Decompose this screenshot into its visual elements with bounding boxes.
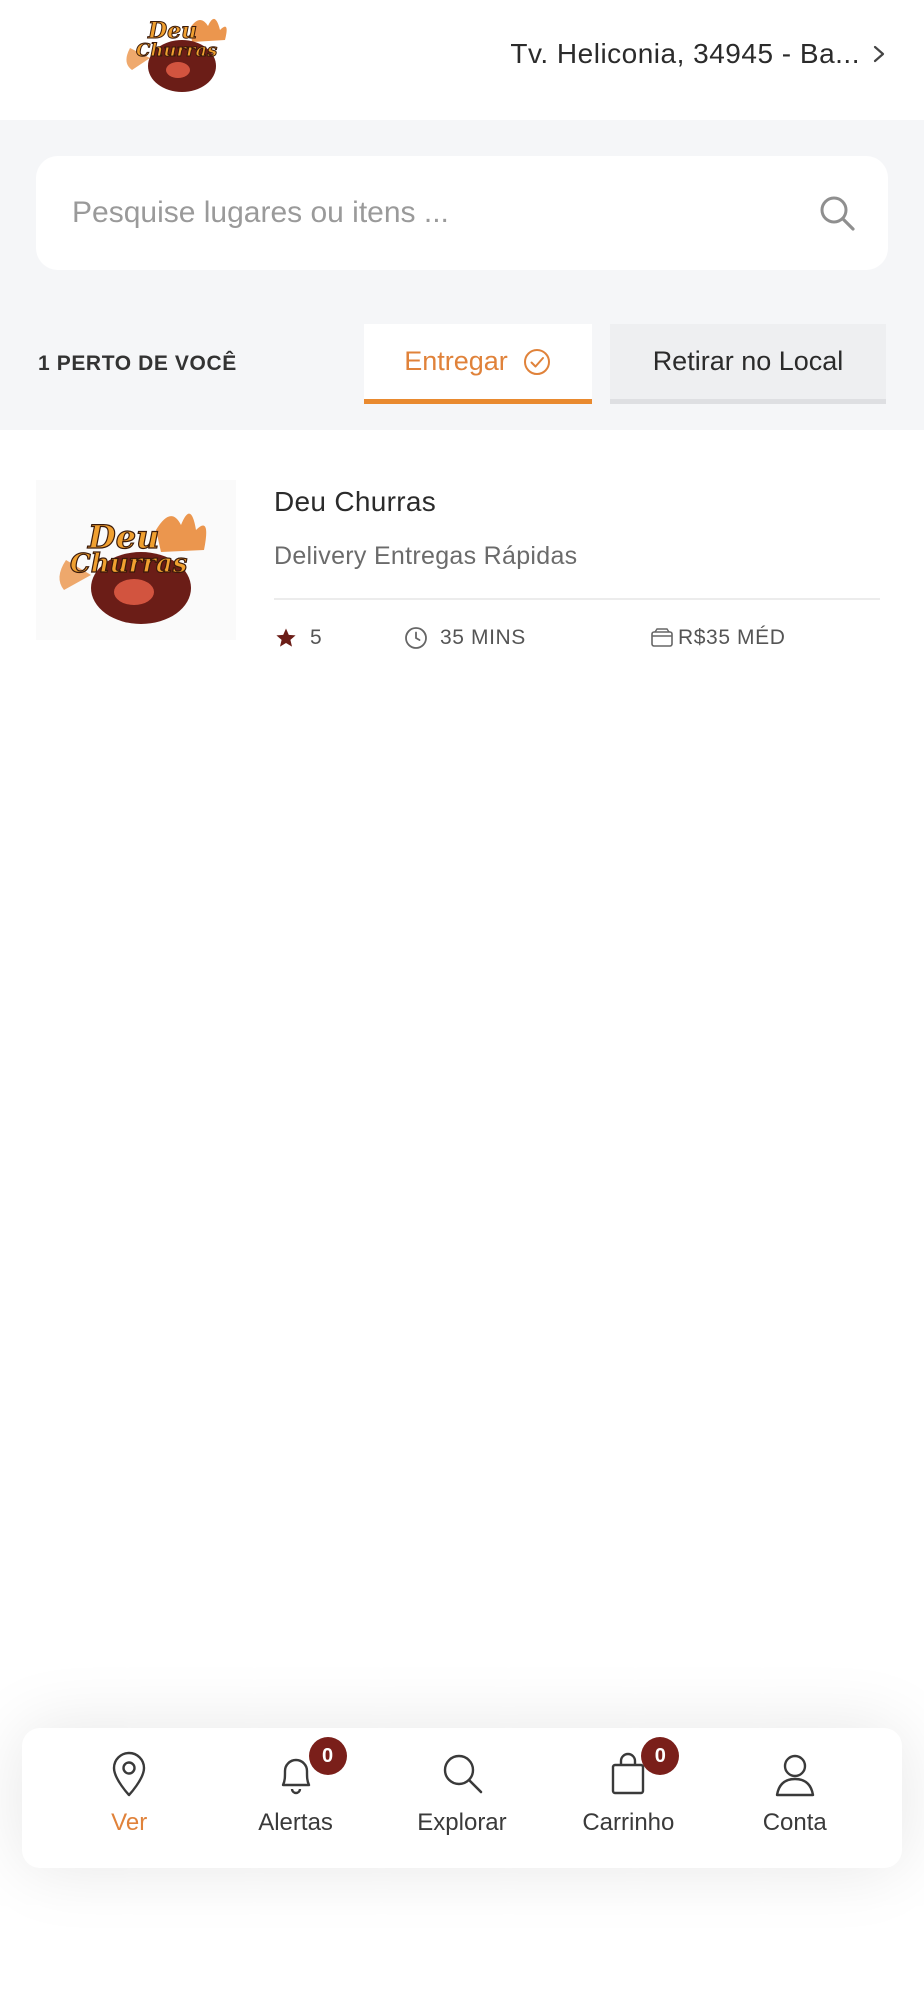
nav-item-alertas[interactable]: 0 Alertas: [221, 1737, 371, 1853]
wallet-icon: [651, 628, 673, 647]
user-icon: [775, 1754, 814, 1797]
store-description: Delivery Entregas Rápidas: [274, 542, 578, 570]
average-price-value: R$35 MÉD: [678, 626, 786, 649]
tab-deliver[interactable]: Entregar: [364, 324, 592, 404]
search-bar: [36, 156, 888, 270]
nearby-count-label: 1 PERTO DE VOCÊ: [38, 352, 237, 375]
bottom-navigation: Ver 0 Alertas Explorar 0 Carrinho Conta: [22, 1728, 902, 1868]
store-rating: 5: [274, 626, 322, 650]
svg-text:Churras: Churras: [136, 40, 217, 61]
search-filter-panel: 1 PERTO DE VOCÊ Entregar Retirar no Loca…: [0, 120, 924, 430]
delivery-address: Tv. Heliconia, 34945 - Ba...: [510, 38, 860, 69]
delivery-time-value: 35 MINS: [440, 626, 526, 649]
tab-pickup-label: Retirar no Local: [652, 346, 844, 376]
clock-icon: [405, 627, 427, 649]
search-icon[interactable]: [816, 192, 858, 234]
nav-label-ver: Ver: [111, 1809, 148, 1836]
nav-item-explorar[interactable]: Explorar: [387, 1743, 537, 1853]
search-input[interactable]: [72, 156, 772, 270]
nav-label-explorar: Explorar: [417, 1809, 507, 1836]
search-icon: [443, 1754, 483, 1794]
store-delivery-time: 35 MINS: [404, 626, 526, 650]
delivery-address-selector[interactable]: Tv. Heliconia, 34945 - Ba...: [510, 38, 888, 70]
store-logo: Deu Churras: [36, 480, 236, 640]
star-icon: [276, 628, 296, 647]
rating-value: 5: [310, 626, 323, 649]
alerts-badge: 0: [308, 1737, 347, 1775]
nav-item-ver[interactable]: Ver: [54, 1743, 204, 1853]
cart-badge: 0: [641, 1737, 680, 1775]
brand-logo[interactable]: Deu Churras: [120, 8, 245, 98]
nav-item-carrinho[interactable]: 0 Carrinho: [553, 1737, 703, 1853]
app-header: Deu Churras Tv. Heliconia, 34945 - Ba...: [0, 0, 924, 120]
store-card[interactable]: Deu Churras Deu Churras Delivery Entrega…: [36, 480, 888, 650]
tab-pickup[interactable]: Retirar no Local: [610, 324, 886, 404]
tab-deliver-label: Entregar: [404, 346, 508, 376]
store-name: Deu Churras: [274, 486, 437, 517]
check-circle-icon: [523, 348, 550, 375]
nav-label-carrinho: Carrinho: [582, 1809, 675, 1836]
nav-label-alertas: Alertas: [258, 1809, 333, 1836]
chevron-right-icon: [873, 45, 885, 63]
store-average-price: R$35 MÉD: [650, 626, 786, 650]
map-pin-icon: [112, 1751, 146, 1797]
nav-item-conta[interactable]: Conta: [720, 1743, 870, 1853]
divider: [274, 598, 880, 600]
nav-label-conta: Conta: [762, 1809, 827, 1836]
svg-text:Churras: Churras: [70, 549, 188, 579]
